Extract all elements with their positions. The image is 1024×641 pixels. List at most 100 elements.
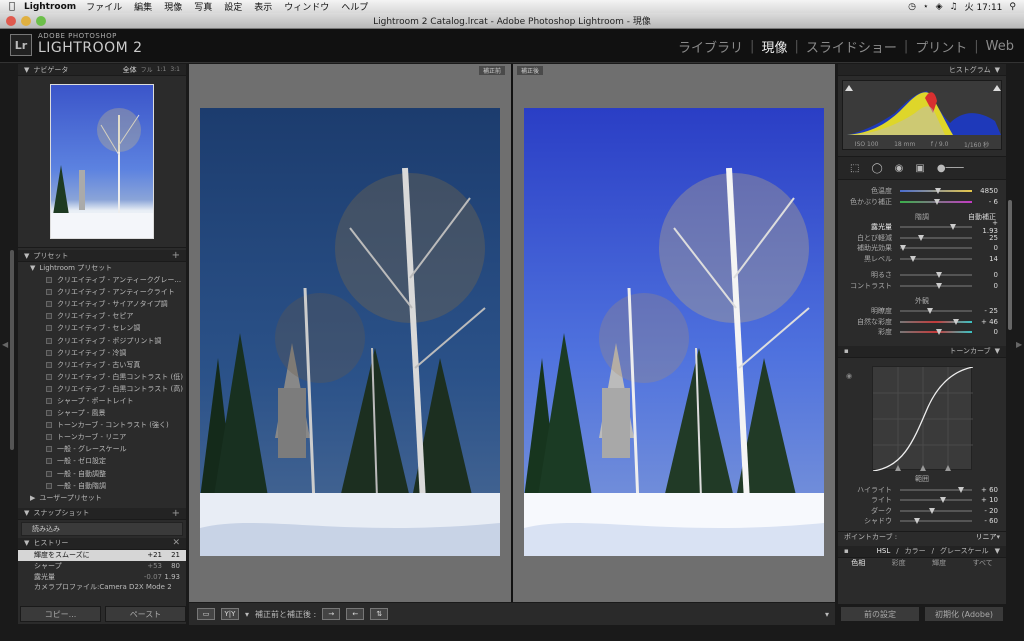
reset-button[interactable]: 初期化 (Adobe) [924,606,1004,622]
bluetooth-icon[interactable]: ⋆ [923,2,929,12]
slider-knob[interactable] [936,282,942,289]
preset-item[interactable]: クリエイティブ - ポジプリント調 [18,334,186,346]
snapshot-item[interactable]: 読み込み [21,521,183,536]
clock[interactable]: 火 17:11 [965,0,1003,13]
histogram-header[interactable]: ヒストグラム ▼ [838,64,1006,76]
menu-file[interactable]: ファイル [86,0,122,13]
slider-value[interactable]: + 46 [976,318,998,326]
preset-item[interactable]: トーンカーブ - リニア [18,431,186,443]
wifi-icon[interactable]: ◈ [936,2,943,12]
point-curve-select[interactable]: リニア [975,532,996,542]
history-row[interactable]: シャープ +53 80 [18,561,186,572]
preset-item[interactable]: クリエイティブ - アンティークライト [18,286,186,298]
subtab-hue[interactable]: 色相 [851,558,865,568]
zoom-fit[interactable]: 全体 [123,65,137,75]
dropdown-arrow-icon[interactable]: ▾ [245,610,249,619]
subtab-all[interactable]: すべて [973,558,993,568]
slider-exposure[interactable]: 露光量 + 1.93 [838,219,1006,235]
slider-knob[interactable] [933,198,940,205]
right-panel-scrollbar[interactable] [1008,200,1012,330]
slider-knob[interactable] [934,188,941,195]
history-row[interactable]: 輝度をスムーズに +21 21 [18,549,186,561]
slider-temperature[interactable]: 色温度 4850 [838,186,1006,197]
menu-edit[interactable]: 編集 [134,0,152,13]
module-print[interactable]: プリント [915,37,967,56]
module-slideshow[interactable]: スライドショー [806,37,897,56]
slider-value[interactable]: 4850 [976,187,998,195]
module-library[interactable]: ライブラリ [678,37,743,56]
subtab-saturation[interactable]: 彩度 [892,558,906,568]
left-panel-scrollbar[interactable] [10,250,14,450]
slider-darks[interactable]: ダーク - 20 [838,506,1006,517]
preset-item[interactable]: 一般 - グレースケール [18,443,186,455]
presets-header[interactable]: ▼ プリセット + [18,250,186,262]
spot-removal-tool-icon[interactable]: ◯ [871,163,882,174]
navigator-preview[interactable] [18,76,186,248]
copy-before-to-after-button[interactable]: → [322,608,341,620]
zoom-window-button[interactable] [36,16,46,26]
preset-item[interactable]: クリエイティブ - 白黒コントラスト (低) [18,371,186,383]
graduated-filter-tool-icon[interactable]: ▣ [915,163,924,174]
panel-switch-icon[interactable]: ▪ [844,547,849,555]
preset-item[interactable]: トーンカーブ - コントラスト (強く) [18,419,186,431]
slider-knob[interactable] [918,234,924,241]
menu-view[interactable]: 表示 [254,0,272,13]
paste-settings-button[interactable]: ペースト [105,606,186,622]
slider-knob[interactable] [900,245,906,252]
preset-item[interactable]: クリエイティブ - 白黒コントラスト (高) [18,383,186,395]
close-window-button[interactable] [6,16,16,26]
navigator-header[interactable]: ▼ ナビゲータ 全体 フル 1:1 3:1 [18,64,186,76]
minimize-window-button[interactable] [21,16,31,26]
navigator-thumbnail[interactable] [50,84,154,239]
preset-group-lightroom[interactable]: ▼ Lightroom プリセット [18,262,186,274]
copy-after-to-before-button[interactable]: ← [346,608,365,620]
loupe-view-button[interactable]: ▭ [197,608,215,620]
slider-knob[interactable] [928,507,935,514]
tab-color[interactable]: カラー [905,546,926,556]
before-after-view-button[interactable]: Y|Y [221,608,239,620]
preset-item[interactable]: シャープ - 風景 [18,407,186,419]
slider-blacks[interactable]: 黒レベル 14 [838,254,1006,265]
time-machine-icon[interactable]: ◷ [908,2,916,12]
slider-value[interactable]: - 6 [976,198,998,206]
targeted-adjustment-icon[interactable]: ◉ [846,372,852,380]
menu-help[interactable]: ヘルプ [341,0,368,13]
panel-switch-icon[interactable]: ▪ [844,347,849,355]
slider-knob[interactable] [914,518,921,525]
history-row[interactable]: 露光量 -0.07 1.93 [18,572,186,583]
menu-develop[interactable]: 現像 [164,0,182,13]
snapshot-header[interactable]: ▼ スナップショット + [18,507,186,520]
preset-item[interactable]: クリエイティブ - 冷調 [18,347,186,359]
right-panel-toggle-icon[interactable]: ▶ [1016,340,1022,349]
copy-settings-button[interactable]: コピー... [20,606,101,622]
preset-item[interactable]: クリエイティブ - サイアノタイプ調 [18,298,186,310]
apple-icon[interactable]:  [0,1,24,12]
slider-value[interactable]: - 60 [976,517,998,525]
tab-grayscale[interactable]: グレースケール [940,546,989,556]
previous-settings-button[interactable]: 前の設定 [840,606,920,622]
left-panel-toggle-icon[interactable]: ◀ [2,340,8,349]
slider-value[interactable]: 14 [976,255,998,263]
menu-settings[interactable]: 設定 [224,0,242,13]
slider-fill-light[interactable]: 補助光効果 0 [838,243,1006,254]
menu-window[interactable]: ウィンドウ [284,0,329,13]
after-photo[interactable] [524,108,824,556]
module-develop[interactable]: 現像 [761,37,787,56]
slider-contrast[interactable]: コントラスト 0 [838,281,1006,292]
preset-item[interactable]: クリエイティブ - セレン調 [18,322,186,334]
slider-value[interactable]: + 60 [976,486,998,494]
history-row[interactable]: カメラプロファイル:Camera D2X Mode 2 [18,583,186,591]
slider-knob[interactable] [949,224,956,231]
slider-knob[interactable] [939,497,946,504]
slider-value[interactable]: 0 [976,271,998,279]
histogram[interactable]: ISO 100 18 mm f / 9.0 1/160 秒 [842,80,1002,150]
red-eye-tool-icon[interactable]: ◉ [895,163,904,174]
slider-tint[interactable]: 色かぶり補正 - 6 [838,197,1006,208]
history-header[interactable]: ▼ ヒストリー ✕ [18,537,186,550]
slider-knob[interactable] [952,318,959,325]
zoom-3-1[interactable]: 3:1 [170,66,180,73]
slider-knob[interactable] [936,272,942,279]
slider-highlights[interactable]: ハイライト + 60 [838,485,1006,496]
toolbar-menu-icon[interactable]: ▾ [825,610,829,619]
slider-value[interactable]: - 20 [976,507,998,515]
